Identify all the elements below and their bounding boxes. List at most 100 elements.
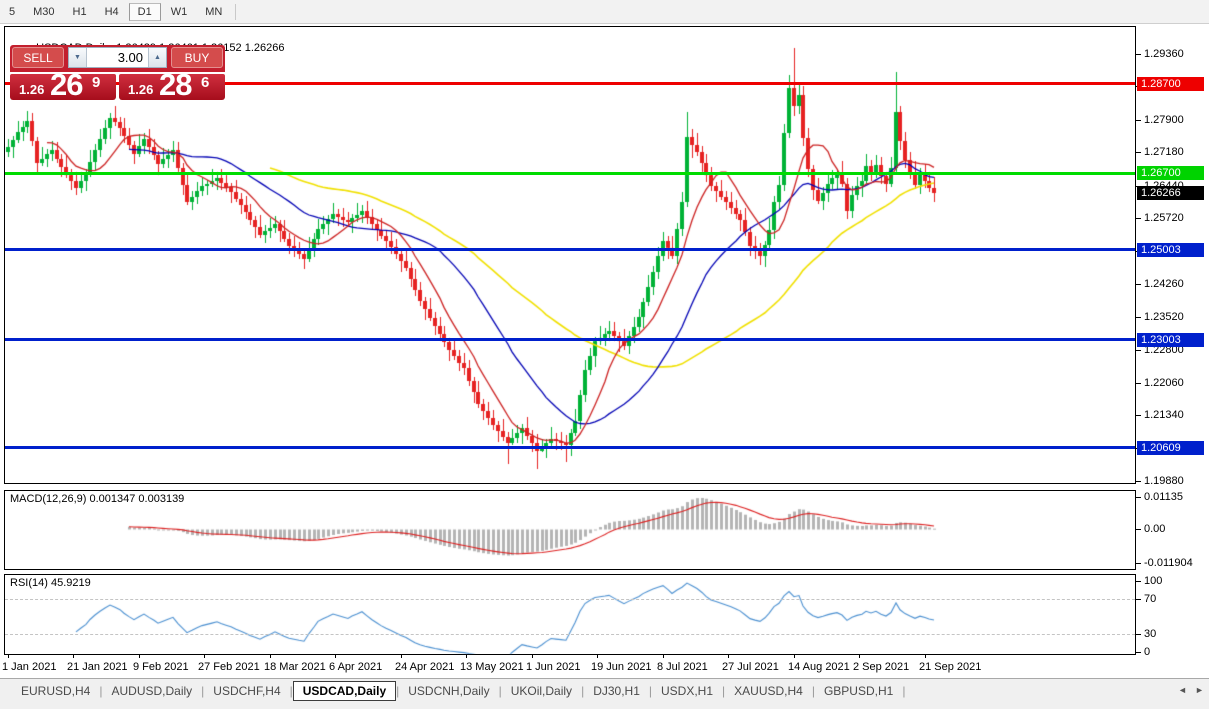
date-tick-18-Mar-2021 [270,655,271,658]
date-label-8-Jul-2021: 8 Jul 2021 [657,661,708,673]
price-line-label-1.25003: 1.25003 [1137,243,1204,257]
macd-axis-tick-0.00 [1136,529,1141,530]
date-tick-13-May-2021 [466,655,467,658]
date-tick-27-Feb-2021 [204,655,205,658]
price-tick-label-1.29360: 1.29360 [1144,48,1184,60]
timeframe-button-H1[interactable]: H1 [65,3,95,21]
timeframe-button-W1[interactable]: W1 [163,3,196,21]
tab-scroll-right-icon[interactable]: ► [1195,685,1204,695]
macd-values: 0.001347 0.003139 [89,493,185,505]
price-tick-label-1.27900: 1.27900 [1144,114,1184,126]
date-tick-19-Jun-2021 [597,655,598,658]
rsi-indicator-label: RSI(14) 45.9219 [10,577,91,589]
macd-axis-label-0.01135: 0.01135 [1144,491,1183,503]
rsi-axis-label-70: 70 [1144,593,1157,605]
rsi-name: RSI(14) [10,577,48,589]
price-tick-label-1.21340: 1.21340 [1144,409,1184,421]
rsi-pane[interactable] [4,574,1136,655]
date-tick-6-Apr-2021 [335,655,336,658]
rsi-level-line-70 [5,599,1135,600]
date-label-6-Apr-2021: 6 Apr 2021 [329,661,383,673]
price-line-label-1.26700: 1.26700 [1137,166,1204,180]
price-tick-label-1.25720: 1.25720 [1144,212,1184,224]
timeframe-button-H4[interactable]: H4 [97,3,127,21]
date-tick-9-Feb-2021 [139,655,140,658]
tab-USDCAD-Daily[interactable]: USDCAD,Daily [292,681,397,701]
price-tick-label-1.22060: 1.22060 [1144,377,1184,389]
tab-AUDUSD-Daily[interactable]: AUDUSD,Daily [102,681,201,701]
timeframe-button-D1[interactable]: D1 [128,2,161,21]
tab-DJ30-H1[interactable]: DJ30,H1 [584,681,649,701]
rsi-value: 45.9219 [50,577,91,589]
trading-terminal-window: 5M30H1H4D1W1MN ▲USDCAD,Daily 1.26429 1.2… [0,0,1209,709]
price-tick-1.25720 [1136,218,1141,219]
sell-price-big: 26 [50,67,83,102]
price-tick-1.22800 [1136,350,1141,351]
date-label-18-Mar-2021: 18 Mar 2021 [264,661,326,673]
macd-axis-label-0.00: 0.00 [1144,523,1166,535]
toolbar-separator [235,3,237,20]
buy-price-big: 28 [159,67,192,102]
price-tick-1.22060 [1136,383,1141,384]
hline-support-1.25003[interactable] [5,248,1135,251]
macd-axis-tick--0.011904 [1136,563,1141,564]
date-label-27-Feb-2021: 27 Feb 2021 [198,661,260,673]
price-tick-1.23520 [1136,317,1141,318]
price-tick-1.27900 [1136,120,1141,121]
timeframe-button-M30[interactable]: M30 [25,3,62,21]
date-label-2-Sep-2021: 2 Sep 2021 [853,661,910,673]
rsi-level-line-30 [5,634,1135,635]
timeframe-button-5[interactable]: 5 [1,3,23,21]
price-tick-1.24260 [1136,284,1141,285]
sell-price-prefix: 1.26 [19,82,45,97]
hline-resistance-1.26700[interactable] [5,172,1135,175]
date-label-1-Jun-2021: 1 Jun 2021 [526,661,581,673]
buy-price-prefix: 1.26 [128,82,154,97]
price-line-label-1.23003: 1.23003 [1137,333,1204,347]
hline-support-1.20609[interactable] [5,446,1135,449]
date-label-9-Feb-2021: 9 Feb 2021 [133,661,189,673]
sell-price-pip: 9 [92,74,101,91]
hline-support-1.23003[interactable] [5,338,1135,341]
buy-price-pip: 6 [201,74,210,91]
tab-USDCNH-Daily[interactable]: USDCNH,Daily [399,681,498,701]
rsi-axis-label-30: 30 [1144,628,1157,640]
rsi-axis-tick-100 [1136,581,1141,582]
tab-XAUUSD-H4[interactable]: XAUUSD,H4 [725,681,812,701]
volume-decrease-icon[interactable]: ▼ [69,48,87,67]
sell-button[interactable]: SELL [12,47,64,68]
date-tick-1-Jun-2021 [532,655,533,658]
tab-GBPUSD-H1[interactable]: GBPUSD,H1 [815,681,902,701]
price-tick-label-1.24260: 1.24260 [1144,278,1184,290]
buy-price-display[interactable]: 1.26 28 6 [119,67,225,102]
date-tick-8-Jul-2021 [663,655,664,658]
volume-stepper: ▼ 3.00 ▲ [68,47,167,68]
price-line-label-1.28700: 1.28700 [1137,77,1204,91]
date-tick-14-Aug-2021 [794,655,795,658]
sell-price-display[interactable]: 1.26 26 9 [10,67,116,102]
tab-separator: | [902,684,906,698]
date-label-24-Apr-2021: 24 Apr 2021 [395,661,455,673]
date-tick-27-Jul-2021 [728,655,729,658]
tab-scroll-left-icon[interactable]: ◄ [1178,685,1187,695]
timeframe-button-MN[interactable]: MN [197,3,230,21]
rsi-axis-tick-30 [1136,634,1141,635]
date-tick-2-Sep-2021 [859,655,860,658]
rsi-axis-label-0: 0 [1144,646,1151,658]
date-label-27-Jul-2021: 27 Jul 2021 [722,661,779,673]
price-tick-1.27180 [1136,152,1141,153]
price-line-label-1.20609: 1.20609 [1137,441,1204,455]
buy-button[interactable]: BUY [171,47,223,68]
date-label-14-Aug-2021: 14 Aug 2021 [788,661,850,673]
date-label-13-May-2021: 13 May 2021 [460,661,524,673]
price-tick-1.19880 [1136,481,1141,482]
volume-input[interactable]: 3.00 [87,48,148,67]
tab-USDX-H1[interactable]: USDX,H1 [652,681,722,701]
tab-UKOil-Daily[interactable]: UKOil,Daily [502,681,581,701]
date-label-21-Sep-2021: 21 Sep 2021 [919,661,982,673]
tab-EURUSD-H4[interactable]: EURUSD,H4 [12,681,99,701]
volume-increase-icon[interactable]: ▲ [148,48,166,67]
tab-USDCHF-H4[interactable]: USDCHF,H4 [204,681,289,701]
date-tick-21-Sep-2021 [925,655,926,658]
rsi-axis-tick-0 [1136,652,1141,653]
